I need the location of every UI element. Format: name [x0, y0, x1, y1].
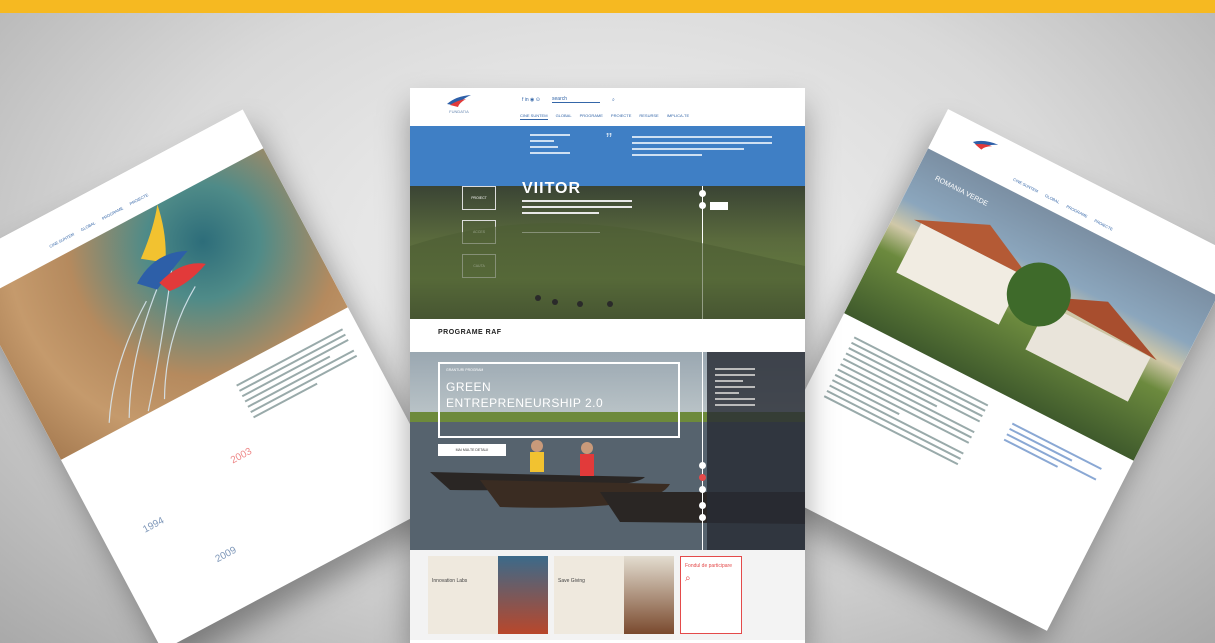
left-menu-item[interactable]: PROIECTE — [129, 192, 149, 206]
news-card[interactable]: Innovation Labs — [428, 556, 548, 634]
center-header: FUNDATIA f in ◉ ⊙ search ⌕ CINE SUNTEM G… — [410, 88, 805, 126]
social-icons[interactable]: f in ◉ ⊙ — [522, 97, 540, 103]
menu-item-cine-suntem[interactable]: CINE SUNTEM — [520, 113, 548, 120]
timeline-dot[interactable] — [699, 502, 706, 509]
programe-title: PROGRAME RAF — [438, 329, 502, 336]
card-photo — [624, 556, 674, 634]
dropdown-links[interactable] — [530, 134, 570, 158]
right-page-mockup: CINE SUNTEM GLOBAL PROGRAME PROIECTE ROM… — [757, 109, 1215, 631]
timeline-year: 1994 — [141, 515, 167, 536]
left-logo — [0, 248, 5, 273]
top-accent-bar — [0, 0, 1215, 13]
right-menu-item[interactable]: GLOBAL — [1044, 193, 1061, 205]
timeline-dot[interactable] — [699, 462, 706, 469]
logo-text: FUNDATIA — [449, 109, 469, 114]
programe-section-header: PROGRAME RAF — [410, 319, 805, 352]
left-menu-item[interactable]: CINE SUNTEM — [48, 232, 75, 249]
donate-card[interactable]: Fondul de participare ⌕ — [680, 556, 742, 634]
left-menu-item[interactable]: PROGRAME — [101, 206, 124, 221]
search-icon: ⌕ — [685, 573, 691, 584]
quote-mark-icon: ” — [606, 130, 612, 150]
search-icon[interactable]: ⌕ — [612, 97, 615, 103]
timeline-dot[interactable] — [699, 514, 706, 521]
right-menu-item[interactable]: PROGRAME — [1065, 204, 1088, 219]
left-menu-item[interactable]: GLOBAL — [80, 220, 96, 232]
right-menu-item[interactable]: PROIECTE — [1093, 218, 1113, 232]
right-menu-item[interactable]: CINE SUNTEM — [1012, 177, 1039, 194]
right-logo — [970, 133, 1000, 157]
menu-item-global[interactable]: GLOBAL — [556, 113, 572, 120]
feature-program-banner: GRANTURI PROGRAM GREEN ENTREPRENEURSHIP … — [410, 352, 805, 550]
feature-title-line2: ENTREPRENEURSHIP 2.0 — [446, 396, 604, 410]
feature-kicker: GRANTURI PROGRAM — [446, 368, 484, 372]
news-card[interactable]: Save Giving — [554, 556, 674, 634]
timeline-dot-active[interactable] — [699, 474, 706, 481]
search-input[interactable]: search — [552, 96, 601, 103]
bird-logo-icon — [447, 95, 471, 107]
menu-item-resurse[interactable]: RESURSE — [639, 113, 658, 120]
hero-section: VIITOR PROIECT ACCES CAUTA — [410, 180, 805, 319]
flower-bird-illustration — [108, 204, 206, 423]
bird-logo-icon — [0, 248, 5, 273]
timeline-year: 2003 — [229, 446, 254, 467]
main-menu: CINE SUNTEM GLOBAL PROGRAME PROIECTE RES… — [520, 113, 689, 120]
card-photo — [498, 556, 548, 634]
left-page-mockup: CINE SUNTEM GLOBAL PROGRAME PROIECTE 199… — [0, 109, 450, 643]
menu-item-programe[interactable]: PROGRAME — [580, 113, 603, 120]
bird-logo-icon — [972, 140, 999, 150]
donate-card-title: Fondul de participare — [685, 563, 732, 569]
center-page-mockup: FUNDATIA f in ◉ ⊙ search ⌕ CINE SUNTEM G… — [410, 88, 805, 643]
feature-side-panel — [707, 352, 805, 550]
cards-row: Innovation Labs Save Giving Fondul de pa… — [410, 550, 805, 640]
center-logo[interactable]: FUNDATIA — [446, 94, 472, 114]
feature-details-button[interactable]: MAI MULTE DETALII — [438, 444, 506, 456]
dropdown-panel: ” — [410, 126, 805, 186]
hiking-photo — [410, 223, 805, 319]
feature-title-line1: GREEN — [446, 380, 492, 394]
left-page-hero-photo — [0, 148, 348, 460]
menu-item-proiecte[interactable]: PROIECTE — [611, 113, 631, 120]
top-utility-bar: f in ◉ ⊙ search ⌕ — [522, 96, 615, 103]
dropdown-quote-text — [632, 136, 772, 160]
timeline-dot[interactable] — [699, 486, 706, 493]
timeline-year: 2009 — [213, 544, 239, 566]
menu-item-implica[interactable]: IMPLICA-TE — [667, 113, 689, 120]
